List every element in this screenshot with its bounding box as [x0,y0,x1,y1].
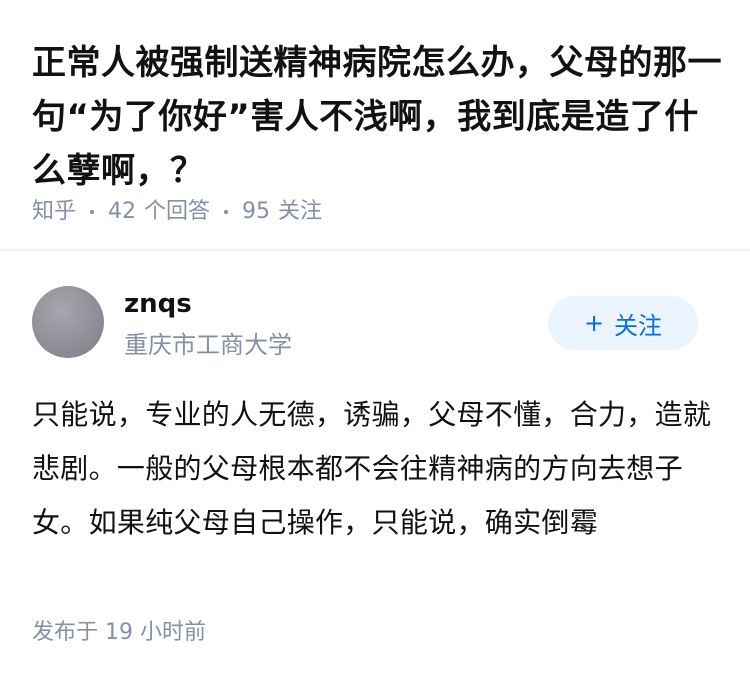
avatar[interactable] [32,286,104,358]
separator-dot [90,210,95,214]
author-name[interactable]: znqs [124,286,192,322]
publish-time: 发布于 19 小时前 [32,620,206,645]
answer-count: 42 [108,199,137,224]
author-school: 重庆市工商大学 [124,331,292,359]
answer-content[interactable]: 只能说，专业的人无德，诱骗，父母不懂，合力，造就悲剧。一般的父母根本都不会往精神… [32,388,712,550]
question-title[interactable]: 正常人被强制送精神病院怎么办，父母的那一句“为了你好”害人不浅啊，我到底是造了什… [32,36,722,198]
separator-dot [224,210,229,214]
plus-icon: + [583,309,605,337]
follow-button[interactable]: + 关注 [548,296,698,350]
follow-count: 95 [242,199,271,224]
section-divider [0,249,750,251]
follow-count-label: 关注 [278,199,323,224]
follow-button-label: 关注 [614,311,663,340]
source-label[interactable]: 知乎 [32,196,76,228]
question-meta: 知乎 42 个回答 95 关注 [32,196,322,228]
answer-count-label: 个回答 [144,199,211,224]
